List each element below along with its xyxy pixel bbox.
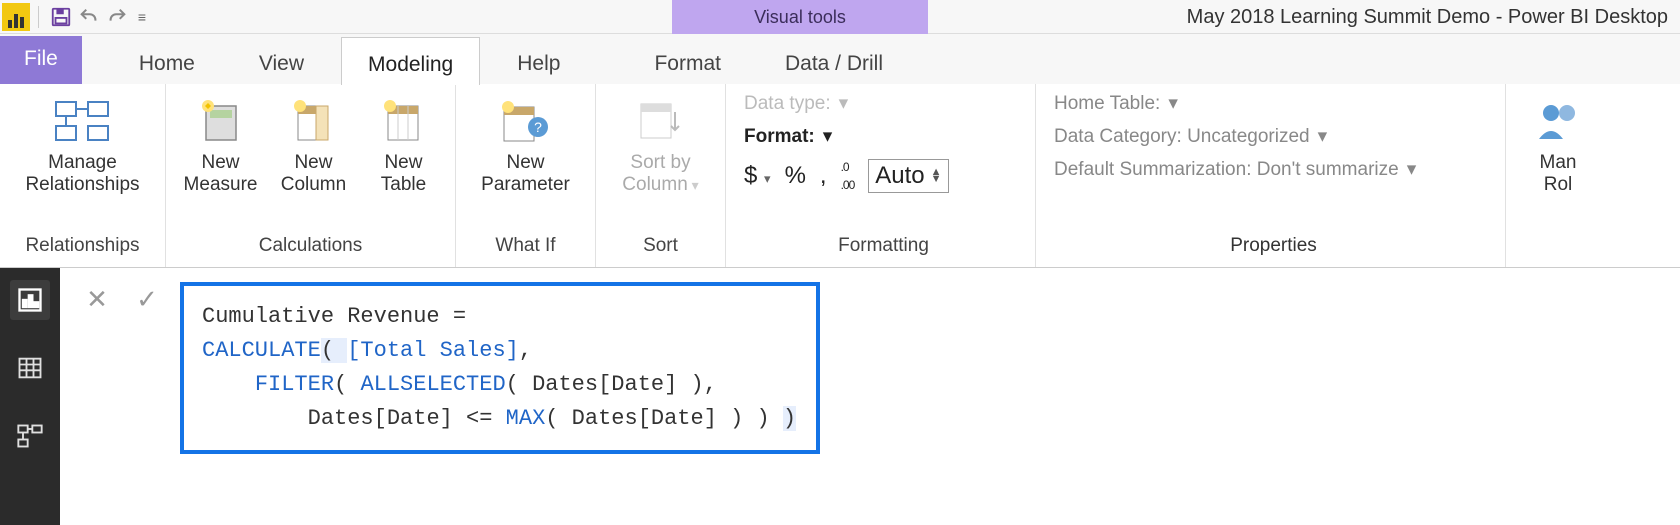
tab-home[interactable]: Home (112, 36, 222, 84)
customize-quick-access-button[interactable]: ≡ (131, 3, 153, 31)
home-table-label: Home Table: (1054, 93, 1160, 115)
svg-text:?: ? (535, 119, 543, 135)
group-label: Relationships (25, 235, 139, 257)
spinner-icon[interactable]: ▲▼ (931, 169, 942, 182)
percent-button[interactable]: % (785, 162, 806, 190)
roles-icon (1535, 94, 1581, 148)
undo-button[interactable] (75, 3, 103, 31)
group-label: What If (495, 235, 555, 257)
new-parameter-button[interactable]: ? New Parameter (475, 92, 576, 198)
tab-view[interactable]: View (232, 36, 331, 84)
formula-pad (202, 372, 255, 397)
file-tab[interactable]: File (0, 36, 82, 84)
button-label: Sort by Column (622, 152, 698, 196)
parameter-icon: ? (498, 94, 552, 148)
new-table-icon (380, 94, 426, 148)
new-table-button[interactable]: New Table (363, 92, 443, 198)
chevron-down-icon[interactable]: ▾ (1318, 125, 1328, 148)
button-label: New Column (281, 152, 346, 196)
decimal-auto-input[interactable]: Auto ▲▼ (868, 159, 948, 193)
paren-highlight: ( (321, 338, 347, 363)
keyword-filter: FILTER (255, 372, 334, 397)
formula-text: ( Dates[Date] ) ) (545, 406, 783, 431)
button-label: New Table (381, 152, 426, 196)
group-calculations: New Measure New Column (166, 84, 456, 267)
button-label: Manage Relationships (25, 152, 139, 196)
formula-pad (202, 406, 308, 431)
commit-formula-button[interactable]: ✓ (130, 282, 164, 316)
group-label: Sort (643, 235, 678, 257)
ribbon-tabs: File Home View Modeling Help Format Data… (0, 34, 1680, 84)
formula-text-line1: Cumulative Revenue = (202, 304, 479, 329)
manage-relationships-button[interactable]: Manage Relationships (19, 92, 145, 198)
keyword-allselected: ALLSELECTED (360, 372, 505, 397)
ribbon: Manage Relationships Relationships New M… (0, 84, 1680, 268)
tab-data-drill[interactable]: Data / Drill (758, 36, 910, 84)
currency-button[interactable]: $ ▾ (744, 162, 771, 190)
save-button[interactable] (47, 3, 75, 31)
decimal-places-icon: .0.00 (841, 158, 855, 194)
new-column-button[interactable]: New Column (273, 92, 353, 198)
model-view-button[interactable] (10, 416, 50, 456)
button-label: New Measure (184, 152, 258, 196)
data-type-label: Data type: (744, 93, 831, 115)
format-label: Format: (744, 126, 815, 148)
formula-text: ( (334, 372, 360, 397)
cancel-formula-button[interactable]: ✕ (80, 282, 114, 316)
chevron-down-icon[interactable]: ▾ (823, 125, 833, 148)
button-label: New Parameter (481, 152, 570, 196)
paren-highlight-close: ) (783, 406, 796, 431)
group-relationships: Manage Relationships Relationships (0, 84, 166, 267)
formula-bar: ✕ ✓ Cumulative Revenue = CALCULATE( [Tot… (60, 268, 1680, 468)
manage-roles-button[interactable]: Man Rol (1518, 92, 1598, 198)
app-logo-icon (2, 3, 30, 31)
group-sort: Sort by Column Sort (596, 84, 726, 267)
keyword-max: MAX (506, 406, 546, 431)
chevron-down-icon[interactable]: ▾ (1168, 92, 1178, 115)
default-summarization-dropdown[interactable]: Default Summarization: Don't summarize (1054, 159, 1399, 181)
thousand-separator-button[interactable]: , (820, 162, 827, 190)
view-sidebar (0, 268, 60, 525)
group-label: Calculations (259, 235, 363, 257)
formula-text: , (519, 338, 532, 363)
tab-modeling[interactable]: Modeling (341, 37, 480, 85)
formula-text: Dates[Date] <= (308, 406, 506, 431)
contextual-tool-label: Visual tools (672, 0, 928, 34)
data-view-button[interactable] (10, 348, 50, 388)
separator (38, 6, 39, 28)
new-measure-icon (198, 94, 244, 148)
keyword-calculate: CALCULATE (202, 338, 321, 363)
group-label: Properties (1230, 235, 1317, 257)
new-column-icon (290, 94, 336, 148)
group-security: Man Rol (1506, 84, 1598, 267)
group-what-if: ? New Parameter What If (456, 84, 596, 267)
sort-icon (637, 94, 685, 148)
new-measure-button[interactable]: New Measure (178, 92, 264, 198)
window-title: May 2018 Learning Summit Demo - Power BI… (1187, 0, 1668, 34)
tab-format[interactable]: Format (627, 36, 748, 84)
formula-editor[interactable]: Cumulative Revenue = CALCULATE( [Total S… (180, 282, 820, 454)
chevron-down-icon[interactable]: ▾ (839, 92, 849, 115)
measure-ref: [Total Sales] (347, 338, 519, 363)
data-category-dropdown[interactable]: Data Category: Uncategorized (1054, 126, 1310, 148)
group-label: Formatting (838, 235, 929, 257)
redo-button[interactable] (103, 3, 131, 31)
tab-help[interactable]: Help (490, 36, 587, 84)
group-properties: Home Table: ▾ Data Category: Uncategoriz… (1036, 84, 1506, 267)
sort-by-column-button[interactable]: Sort by Column (616, 92, 704, 198)
report-view-button[interactable] (10, 280, 50, 320)
relationships-icon (54, 94, 110, 148)
content-area: ✕ ✓ Cumulative Revenue = CALCULATE( [Tot… (0, 268, 1680, 525)
button-label: Man Rol (1540, 152, 1577, 196)
group-formatting: Data type: ▾ Format: ▾ $ ▾ % , .0.00 Aut… (726, 84, 1036, 267)
report-canvas: ✕ ✓ Cumulative Revenue = CALCULATE( [Tot… (60, 268, 1680, 525)
formula-text: ( Dates[Date] ), (506, 372, 717, 397)
auto-label: Auto (875, 162, 924, 190)
title-bar: ≡ Visual tools May 2018 Learning Summit … (0, 0, 1680, 34)
chevron-down-icon[interactable]: ▾ (1407, 158, 1417, 181)
